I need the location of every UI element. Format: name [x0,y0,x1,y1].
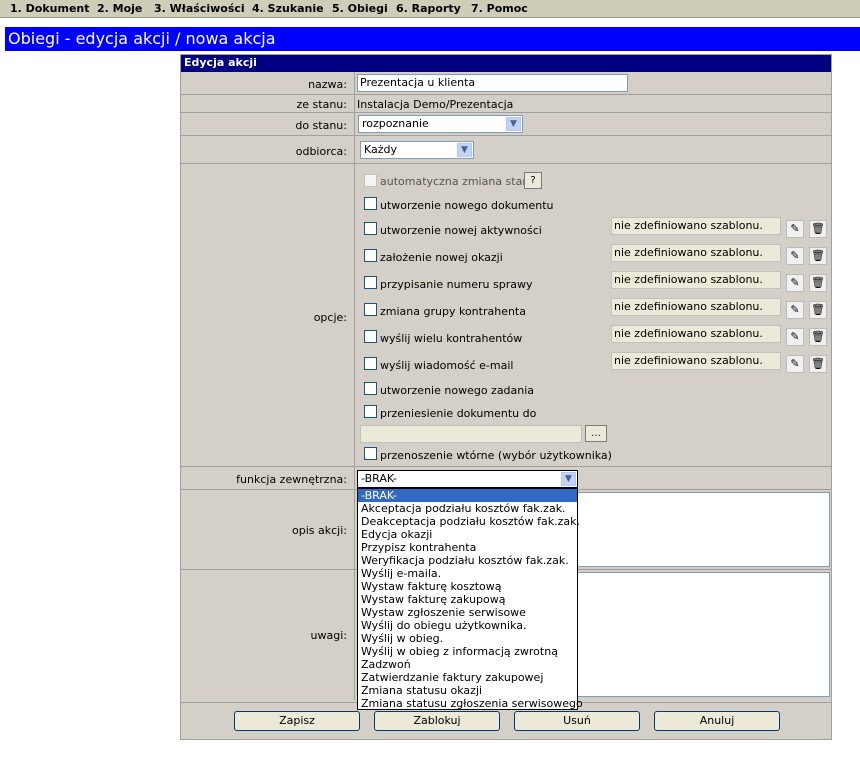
send-email-label: wyślij wiadomość e-mail [380,359,514,372]
delete-template-icon[interactable]: 🗑 [809,355,827,373]
help-button[interactable]: ? [524,172,542,189]
delete-template-icon[interactable]: 🗑 [809,301,827,319]
many-contractors-checkbox[interactable] [364,330,377,343]
menu-item-szukanie[interactable]: 4. Szukanie [252,2,324,15]
do-stanu-label: do stanu: [295,119,347,132]
delete-button[interactable]: Usuń [514,711,640,731]
new-activity-label: utworzenie nowej aktywności [380,224,542,237]
edit-template-icon[interactable]: ✎ [786,220,804,238]
edit-template-icon[interactable]: ✎ [786,301,804,319]
delete-template-icon[interactable]: 🗑 [809,328,827,346]
contractor-group-checkbox[interactable] [364,303,377,316]
auto-state-label: automatyczna zmiana stanu [380,175,537,188]
chevron-down-icon: ▼ [506,117,521,131]
save-button[interactable]: Zapisz [234,711,360,731]
nazwa-label: nazwa: [308,78,347,91]
new-document-checkbox[interactable] [364,197,377,210]
new-opportunity-label: założenie nowej okazji [380,251,503,264]
send-email-checkbox[interactable] [364,357,377,370]
secondary-transfer-checkbox[interactable] [364,447,377,460]
menu-item-obiegi[interactable]: 5. Obiegi [332,2,388,15]
dropdown-option[interactable]: Zmiana statusu okazji [358,684,577,697]
activity-template-field: nie zdefiniowano szablonu. [611,217,781,235]
move-target-field [360,425,582,443]
new-opportunity-checkbox[interactable] [364,249,377,262]
move-document-label: przeniesienie dokumentu do [380,407,537,420]
do-stanu-selected: rozpoznanie [362,117,429,130]
menu-item-raporty[interactable]: 6. Raporty [396,2,461,15]
contractor-group-template-field: nie zdefiniowano szablonu. [611,298,781,316]
dropdown-option[interactable]: Deakceptacja podziału kosztów fak.zak. [358,515,580,528]
contractor-group-label: zmiana grupy kontrahenta [380,305,526,318]
opcje-label: opcje: [313,311,347,324]
opis-label: opis akcji: [292,524,347,537]
menu-item-pomoc[interactable]: 7. Pomoc [471,2,528,15]
dropdown-option[interactable]: Weryfikacja podziału kosztów fak.zak. [358,554,577,567]
dropdown-option[interactable]: Wystaw fakturę zakupową [358,593,577,606]
dropdown-option[interactable]: Zatwierdzanie faktury zakupowej [358,671,577,684]
dropdown-option[interactable]: Wyślij w obieg z informacją zwrotną [358,645,577,658]
funkcja-dropdown-list: -BRAK- Akceptacja podziału kosztów fak.z… [357,488,583,710]
edit-template-icon[interactable]: ✎ [786,274,804,292]
lock-button[interactable]: Zablokuj [374,711,500,731]
menu-item-wlasciwosci[interactable]: 3. Właściwości [154,2,245,15]
form-header: Edycja akcji [181,55,831,72]
nazwa-input[interactable]: Prezentacja u klienta [357,74,628,92]
browse-button[interactable]: ... [585,425,607,442]
ze-stanu-value: Instalacja Demo/Prezentacja [357,98,514,111]
funkcja-label: funkcja zewnętrzna: [236,473,347,486]
odbiorca-label: odbiorca: [295,145,347,158]
funkcja-selected: -BRAK- [361,472,397,485]
dropdown-option[interactable]: Zadzwoń [358,658,577,671]
menu-item-moje[interactable]: 2. Moje [97,2,142,15]
many-contractors-label: wyślij wielu kontrahentów [380,332,523,345]
ze-stanu-label: ze stanu: [296,98,347,111]
dropdown-option[interactable]: Akceptacja podziału kosztów fak.zak. [358,502,577,515]
many-contractors-template-field: nie zdefiniowano szablonu. [611,325,781,343]
label-column-divider [354,72,355,700]
top-menu-bar: 1. Dokument 2. Moje 3. Właściwości 4. Sz… [0,0,860,18]
dropdown-option[interactable]: Wystaw zgłoszenie serwisowe [358,606,577,619]
dropdown-option[interactable]: Zmiana statusu zgłoszenia serwisowego [358,697,583,710]
cancel-button[interactable]: Anuluj [654,711,780,731]
dropdown-option[interactable]: Przypisz kontrahenta [358,541,577,554]
funkcja-select[interactable]: -BRAK- ▼ [357,470,578,488]
chevron-down-icon: ▼ [561,472,576,486]
move-document-checkbox[interactable] [364,405,377,418]
chevron-down-icon: ▼ [457,143,472,157]
menu-item-dokument[interactable]: 1. Dokument [10,2,90,15]
new-activity-checkbox[interactable] [364,222,377,235]
do-stanu-select[interactable]: rozpoznanie ▼ [358,115,523,133]
edit-template-icon[interactable]: ✎ [786,355,804,373]
dropdown-option[interactable]: Wystaw fakturę kosztową [358,580,577,593]
odbiorca-select[interactable]: Każdy ▼ [360,141,474,159]
secondary-transfer-label: przenoszenie wtórne (wybór użytkownika) [380,449,612,462]
dropdown-option[interactable]: Edycja okazji [358,528,577,541]
edit-template-icon[interactable]: ✎ [786,247,804,265]
delete-template-icon[interactable]: 🗑 [809,247,827,265]
edit-template-icon[interactable]: ✎ [786,328,804,346]
dropdown-option[interactable]: -BRAK- [358,489,577,502]
email-template-field: nie zdefiniowano szablonu. [611,352,781,370]
auto-state-checkbox[interactable] [364,174,377,187]
dropdown-option[interactable]: Wyślij do obiegu użytkownika. [358,619,577,632]
odbiorca-selected: Każdy [364,143,398,156]
uwagi-label: uwagi: [310,629,347,642]
delete-template-icon[interactable]: 🗑 [809,220,827,238]
new-task-label: utworzenie nowego zadania [380,384,535,397]
new-task-checkbox[interactable] [364,382,377,395]
case-number-label: przypisanie numeru sprawy [380,278,533,291]
dropdown-option[interactable]: Wyślij e-maila. [358,567,577,580]
delete-template-icon[interactable]: 🗑 [809,274,827,292]
opportunity-template-field: nie zdefiniowano szablonu. [611,244,781,262]
dropdown-option[interactable]: Wyślij w obieg. [358,632,577,645]
new-document-label: utworzenie nowego dokumentu [380,199,554,212]
case-number-template-field: nie zdefiniowano szablonu. [611,271,781,289]
page-title: Obiegi - edycja akcji / nowa akcja [5,27,860,51]
case-number-checkbox[interactable] [364,276,377,289]
